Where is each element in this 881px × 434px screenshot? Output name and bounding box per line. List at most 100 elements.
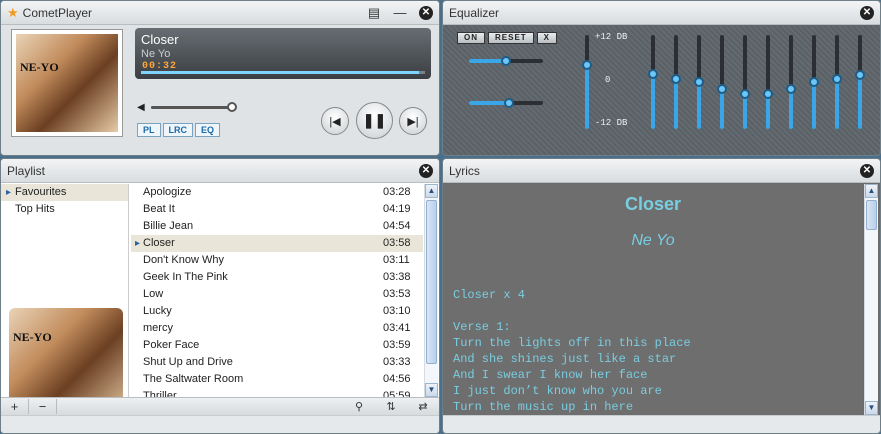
lyrics-line: Closer x 4 xyxy=(453,288,526,302)
lyrics-titlebar[interactable]: Lyrics ✕ xyxy=(443,159,880,183)
track-row[interactable]: Don't Know Why 03:11 xyxy=(131,252,423,269)
equalizer-close-button[interactable]: ✕ xyxy=(854,1,880,25)
track-duration: 03:59 xyxy=(383,339,411,351)
eq-band-slider[interactable] xyxy=(763,35,773,129)
lrc-button[interactable]: LRC xyxy=(162,123,194,137)
track-title: Geek In The Pink xyxy=(143,271,228,283)
eq-band-slider[interactable] xyxy=(855,35,865,129)
eq-on-button[interactable]: ON xyxy=(457,32,485,44)
lyrics-close-button[interactable]: ✕ xyxy=(854,159,880,183)
balance-knob[interactable] xyxy=(501,56,511,66)
db-min-label: -12 DB xyxy=(595,118,628,128)
track-row[interactable]: Closer 03:58 xyxy=(131,235,423,252)
eq-band-knob[interactable] xyxy=(648,68,658,79)
playlist-scrollbar[interactable]: ▲ ▼ xyxy=(424,184,438,397)
eq-band-slider[interactable] xyxy=(648,35,658,129)
volume-knob[interactable] xyxy=(227,102,237,112)
playlist-menu-icon[interactable]: ▤ xyxy=(361,1,387,25)
player-close-button[interactable]: ✕ xyxy=(413,1,439,25)
eq-band-knob[interactable] xyxy=(786,83,796,94)
lyrics-scrollbar[interactable]: ▲ ▼ xyxy=(864,184,878,415)
volume-slider[interactable] xyxy=(151,106,235,109)
track-row[interactable]: Shut Up and Drive 03:33 xyxy=(131,354,423,371)
track-row[interactable]: Poker Face 03:59 xyxy=(131,337,423,354)
category-item[interactable]: Top Hits xyxy=(1,201,128,218)
eq-band-slider[interactable] xyxy=(694,35,704,129)
eq-band-knob[interactable] xyxy=(763,88,773,99)
lyrics-scroll-up-icon[interactable]: ▲ xyxy=(865,184,878,198)
playlist-close-button[interactable]: ✕ xyxy=(413,159,439,183)
eq-band-slider[interactable] xyxy=(717,35,727,129)
player-titlebar[interactable]: ★ CometPlayer ▤ — ✕ xyxy=(1,1,439,25)
track-row[interactable]: mercy 03:41 xyxy=(131,320,423,337)
next-button[interactable]: ▶| xyxy=(399,107,427,135)
track-row[interactable]: Lucky 03:10 xyxy=(131,303,423,320)
eq-band-knob[interactable] xyxy=(809,77,819,87)
preamp-slider[interactable] xyxy=(582,35,592,129)
eq-band-fill xyxy=(651,72,655,129)
eq-band-knob[interactable] xyxy=(671,74,681,85)
lyrics-line: Turn the lights off in this place xyxy=(453,336,691,350)
track-duration: 04:19 xyxy=(383,203,411,215)
eq-band-fill xyxy=(697,82,701,129)
eq-band-slider[interactable] xyxy=(671,35,681,129)
playlist-titlebar[interactable]: Playlist ✕ xyxy=(1,159,439,183)
scroll-thumb[interactable] xyxy=(426,200,437,364)
category-item[interactable]: Favourites xyxy=(1,184,128,201)
previous-icon: |◀ xyxy=(329,115,341,128)
eq-band-slider[interactable] xyxy=(786,35,796,129)
track-row[interactable]: Apologize 03:28 xyxy=(131,184,423,201)
lyrics-status-bar xyxy=(443,415,880,433)
preamp-knob[interactable] xyxy=(582,60,592,71)
now-playing-song: Closer xyxy=(141,32,179,47)
sort-icon[interactable]: ⇅ xyxy=(375,400,407,413)
surround-slider[interactable] xyxy=(469,98,543,108)
lyrics-scroll-thumb[interactable] xyxy=(866,200,877,230)
eq-band-knob[interactable] xyxy=(694,77,704,87)
track-title: Shut Up and Drive xyxy=(143,356,233,368)
eq-band-fill xyxy=(835,79,839,129)
scroll-down-icon[interactable]: ▼ xyxy=(425,383,438,397)
next-icon: ▶| xyxy=(407,115,419,128)
remove-button[interactable]: − xyxy=(29,399,57,414)
track-row[interactable]: Thriller 05:59 xyxy=(131,388,423,397)
track-row[interactable]: The Saltwater Room 04:56 xyxy=(131,371,423,388)
add-button[interactable]: + xyxy=(1,399,29,414)
track-row[interactable]: Geek In The Pink 03:38 xyxy=(131,269,423,286)
player-title: CometPlayer xyxy=(22,5,93,20)
track-row[interactable]: Low 03:53 xyxy=(131,286,423,303)
pl-button[interactable]: PL xyxy=(137,123,161,137)
eq-band-slider[interactable] xyxy=(832,35,842,129)
minimize-button[interactable]: — xyxy=(387,1,413,25)
eq-band-knob[interactable] xyxy=(717,83,727,94)
lyrics-scroll-down-icon[interactable]: ▼ xyxy=(865,401,878,415)
eq-button[interactable]: EQ xyxy=(195,123,221,137)
previous-button[interactable]: |◀ xyxy=(321,107,349,135)
track-title: Low xyxy=(143,288,164,300)
track-title: Beat It xyxy=(143,203,175,215)
track-duration: 03:28 xyxy=(383,186,411,198)
lyrics-line: Verse 1: xyxy=(453,320,511,334)
speaker-icon[interactable]: ◀ xyxy=(137,102,145,113)
search-icon[interactable]: ⚲ xyxy=(343,400,375,413)
repeat-icon[interactable]: ⇄ xyxy=(407,400,439,413)
seek-bar[interactable] xyxy=(141,71,425,74)
equalizer-titlebar[interactable]: Equalizer ✕ xyxy=(443,1,880,25)
track-duration: 03:33 xyxy=(383,356,411,368)
eq-x-button[interactable]: X xyxy=(536,32,558,44)
surround-knob[interactable] xyxy=(504,98,515,108)
track-row[interactable]: Beat It 04:19 xyxy=(131,201,423,218)
eq-band-slider[interactable] xyxy=(809,35,819,129)
eq-band-slider[interactable] xyxy=(740,35,750,129)
pause-button[interactable]: ❚❚ xyxy=(356,102,393,139)
balance-slider[interactable] xyxy=(469,56,543,66)
close-icon: ✕ xyxy=(860,163,874,178)
track-row[interactable]: Billie Jean 04:54 xyxy=(131,218,423,235)
eq-band-knob[interactable] xyxy=(832,74,842,85)
eq-reset-button[interactable]: RESET xyxy=(488,32,534,44)
playlist-status-bar xyxy=(1,415,439,433)
eq-band-knob[interactable] xyxy=(855,70,865,81)
eq-band-knob[interactable] xyxy=(740,88,750,99)
track-duration: 03:58 xyxy=(383,237,411,249)
scroll-up-icon[interactable]: ▲ xyxy=(425,184,438,198)
